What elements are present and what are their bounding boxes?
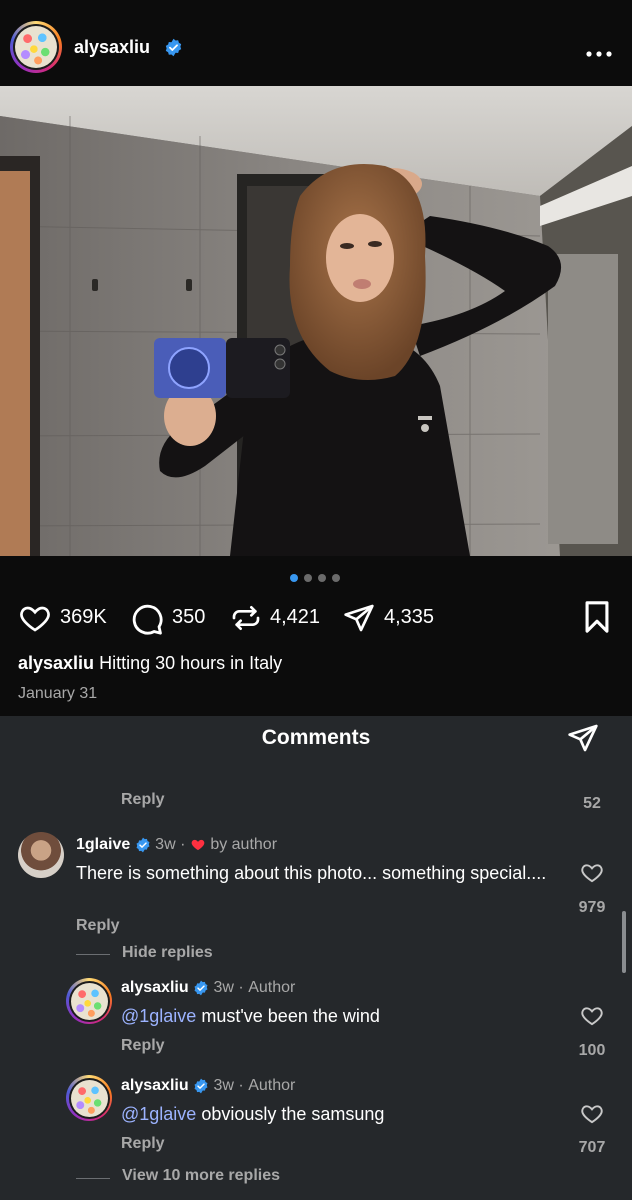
post-username[interactable]: alysaxliu — [74, 37, 150, 58]
heart-filled-icon — [191, 840, 205, 851]
comments-sheet: Comments Reply 52 1glaive 3w · by author… — [0, 716, 632, 1200]
post-footer: 369K 350 4,421 4,335 alysaxliu Hitting 3… — [0, 556, 632, 716]
post-photo[interactable] — [0, 86, 632, 556]
like-count: 100 — [578, 1042, 606, 1059]
comment-icon[interactable] — [130, 602, 164, 636]
comment-username[interactable]: 1glaive — [76, 836, 130, 853]
carousel-dot — [304, 574, 312, 582]
comment-header: 1glaive 3w · by author — [76, 836, 277, 854]
share-icon[interactable] — [342, 602, 376, 634]
author-label: Author — [248, 1077, 296, 1094]
separator-dot: · — [180, 836, 186, 853]
reply-avatar[interactable] — [66, 978, 112, 1024]
verified-badge-icon — [165, 38, 182, 57]
carousel-dot — [332, 574, 340, 582]
hide-replies-button[interactable]: Hide replies — [122, 944, 213, 962]
separator-dot: · — [238, 979, 244, 996]
heart-icon[interactable] — [18, 602, 52, 634]
comment-text: There is something about this photo... s… — [76, 863, 547, 883]
reply-username[interactable]: alysaxliu — [121, 979, 189, 996]
mention-link[interactable]: @1glaive — [121, 1104, 196, 1124]
carousel-indicator — [290, 574, 342, 582]
reposts-count[interactable]: 4,421 — [270, 606, 320, 629]
carousel-dot — [318, 574, 326, 582]
carousel-dot-active — [290, 574, 298, 582]
separator-dot: · — [238, 1077, 244, 1094]
verified-badge-icon — [194, 980, 208, 996]
comments-count[interactable]: 350 — [172, 606, 205, 629]
heart-icon[interactable] — [580, 1004, 604, 1027]
share-comments-icon[interactable] — [566, 722, 600, 754]
post-date: January 31 — [18, 685, 98, 702]
reply-time: 3w — [213, 979, 234, 996]
reply-button[interactable]: Reply — [121, 1135, 165, 1153]
comment-time: 3w — [155, 836, 176, 853]
scrollbar[interactable] — [622, 911, 626, 973]
more-options-icon[interactable] — [586, 44, 612, 57]
reply-button[interactable]: Reply — [76, 917, 120, 935]
verified-badge-icon — [136, 837, 150, 853]
like-count: 52 — [583, 795, 601, 812]
like-count: 707 — [578, 1139, 606, 1156]
reply-text: @1glaive obviously the samsung — [121, 1104, 385, 1124]
commenter-avatar[interactable] — [18, 832, 64, 878]
reply-text: @1glaive must've been the wind — [121, 1006, 380, 1026]
reply-username[interactable]: alysaxliu — [121, 1077, 189, 1094]
reply-button[interactable]: Reply — [121, 791, 165, 809]
heart-icon[interactable] — [580, 1102, 604, 1125]
verified-badge-icon — [194, 1078, 208, 1094]
author-label: Author — [248, 979, 296, 996]
reply-avatar[interactable] — [66, 1075, 112, 1121]
reply-time: 3w — [213, 1077, 234, 1094]
replies-divider — [76, 1178, 110, 1179]
likes-count[interactable]: 369K — [60, 606, 107, 629]
bookmark-icon[interactable] — [582, 600, 612, 634]
mention-link[interactable]: @1glaive — [121, 1006, 196, 1026]
profile-avatar[interactable] — [10, 21, 62, 73]
caption-username[interactable]: alysaxliu — [18, 653, 94, 673]
heart-icon[interactable] — [580, 861, 604, 884]
replies-divider — [76, 954, 110, 955]
reply-header: alysaxliu 3w · Author — [121, 1077, 295, 1095]
view-more-replies-button[interactable]: View 10 more replies — [122, 1167, 280, 1185]
comments-title: Comments — [261, 726, 371, 749]
like-count: 979 — [578, 899, 606, 916]
caption-text: Hitting 30 hours in Italy — [99, 653, 283, 673]
post-header: alysaxliu — [0, 0, 632, 86]
shares-count[interactable]: 4,335 — [384, 606, 434, 629]
mirror-selfie-image — [0, 86, 632, 556]
repost-icon[interactable] — [230, 602, 262, 634]
reply-button[interactable]: Reply — [121, 1037, 165, 1055]
liked-by-author: by author — [210, 836, 278, 853]
post-caption: alysaxliu Hitting 30 hours in Italy — [18, 653, 282, 674]
reply-header: alysaxliu 3w · Author — [121, 979, 295, 997]
